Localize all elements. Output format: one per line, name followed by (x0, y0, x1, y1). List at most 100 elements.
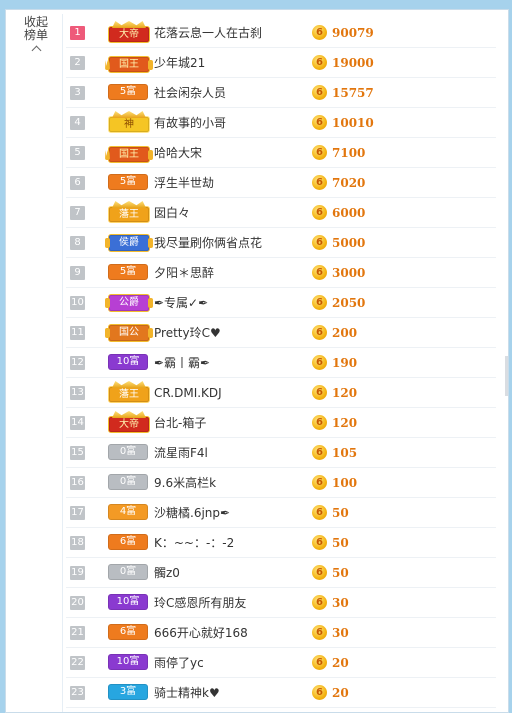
coin-icon: 6 (312, 385, 327, 400)
user-name[interactable]: 髑z0 (154, 558, 304, 588)
ranking-row[interactable]: 10 公爵 ✒专属✓✒ 6 2050 (66, 288, 496, 318)
contribution-score: 5000 (332, 236, 366, 250)
ranking-row[interactable]: 1 大帝 花落云息一人在古刹 6 90079 (66, 18, 496, 48)
ranking-row[interactable]: 2 国王 少年城21 6 19000 (66, 48, 496, 78)
level-badge: 大帝 (108, 416, 150, 433)
coin-icon: 6 (312, 475, 327, 490)
contribution-score: 2050 (332, 296, 366, 310)
user-name[interactable]: ✒专属✓✒ (154, 288, 304, 318)
coin-icon: 6 (312, 295, 327, 310)
user-name[interactable]: 玲C感恩所有朋友 (154, 588, 304, 618)
ranking-row[interactable]: 17 4富 沙糖橘.6jnp✒ 6 50 (66, 498, 496, 528)
level-badge: 藩王 (108, 386, 150, 403)
user-name[interactable]: K：~~：-：-2 (154, 528, 304, 558)
user-name[interactable]: 雨停了yc (154, 648, 304, 678)
ranking-row[interactable]: 16 0富 9.6米高栏k 6 100 (66, 468, 496, 498)
user-name[interactable]: 哈哈大宋 (154, 138, 304, 168)
ranking-row[interactable]: 20 10富 玲C感恩所有朋友 6 30 (66, 588, 496, 618)
ranking-row[interactable]: 22 10富 雨停了yc 6 20 (66, 648, 496, 678)
contribution-score: 7100 (332, 146, 366, 160)
rank-number: 9 (70, 266, 85, 280)
ranking-panel: 收起榜单 1 大帝 花落云息一人在古刹 6 90079 2 国王 少年城21 6 19000 3 5富… (5, 9, 509, 713)
ranking-row[interactable]: 13 藩王 CR.DMI.KDJ 6 120 (66, 378, 496, 408)
ranking-row[interactable]: 18 6富 K：~~：-：-2 6 50 (66, 528, 496, 558)
rank-number: 5 (70, 146, 85, 160)
rank-number: 17 (70, 506, 85, 520)
rank-number: 19 (70, 566, 85, 580)
ranking-row[interactable]: 12 10富 ✒霸丨霸✒ 6 190 (66, 348, 496, 378)
ranking-row[interactable]: 19 0富 髑z0 6 50 (66, 558, 496, 588)
contribution-score: 90079 (332, 26, 374, 40)
ranking-row[interactable]: 9 5富 夕阳＊思醉 6 3000 (66, 258, 496, 288)
user-name[interactable]: 社会闲杂人员 (154, 78, 304, 108)
user-name[interactable]: 有故事的小哥 (154, 108, 304, 138)
level-badge: 0富 (108, 444, 148, 460)
ranking-row[interactable]: 11 国公 Pretty玲C♥ 6 200 (66, 318, 496, 348)
contribution-score: 30 (332, 626, 349, 640)
contribution-score: 105 (332, 446, 358, 460)
scrollbar[interactable] (505, 356, 508, 396)
ranking-row[interactable]: 4 神有故事的小哥 6 10010 (66, 108, 496, 138)
rank-number: 18 (70, 536, 85, 550)
contribution-score: 50 (332, 506, 349, 520)
user-name[interactable]: 花落云息一人在古刹 (154, 18, 304, 48)
rank-number: 6 (70, 176, 85, 190)
rank-number: 23 (70, 686, 85, 700)
user-name[interactable]: ✒霸丨霸✒ (154, 348, 304, 378)
collapse-ranking-button[interactable]: 收起榜单 (10, 16, 62, 56)
user-name[interactable]: 沙糖橘.6jnp✒ (154, 498, 304, 528)
ranking-row[interactable]: 14 大帝 台北-箱子 6 120 (66, 408, 496, 438)
level-badge: 0富 (108, 474, 148, 490)
user-name[interactable]: 台北-箱子 (154, 408, 304, 438)
ranking-row[interactable]: 23 3富 骑士精神k♥ 6 20 (66, 678, 496, 708)
user-name[interactable]: Pretty玲C♥ (154, 318, 304, 348)
ranking-row[interactable]: 21 6富 666开心就好168 6 30 (66, 618, 496, 648)
user-name[interactable]: 夕阳＊思醉 (154, 258, 304, 288)
contribution-score: 20 (332, 656, 349, 670)
user-name[interactable]: 我尽量刷你俩省点花 (154, 228, 304, 258)
level-badge: 3富 (108, 684, 148, 700)
user-name[interactable]: 囡白々 (154, 198, 304, 228)
rank-number: 20 (70, 596, 85, 610)
user-name[interactable]: 9.6米高栏k (154, 468, 304, 498)
contribution-score: 10010 (332, 116, 374, 130)
ranking-row[interactable]: 6 5富 浮生半世劫 6 7020 (66, 168, 496, 198)
coin-icon: 6 (312, 175, 327, 190)
rank-number: 21 (70, 626, 85, 640)
ranking-row[interactable]: 7 藩王 囡白々 6 6000 (66, 198, 496, 228)
coin-icon: 6 (312, 565, 327, 580)
contribution-score: 200 (332, 326, 358, 340)
ranking-row[interactable]: 8 侯爵 我尽量刷你俩省点花 6 5000 (66, 228, 496, 258)
rank-number: 16 (70, 476, 85, 490)
ranking-row[interactable]: 15 0富 流星雨F4l 6 105 (66, 438, 496, 468)
contribution-score: 7020 (332, 176, 366, 190)
level-badge: 国公 (105, 324, 153, 342)
coin-icon: 6 (312, 625, 327, 640)
user-name[interactable]: 666开心就好168 (154, 618, 304, 648)
rank-number: 11 (70, 326, 85, 340)
divider (62, 14, 63, 712)
level-badge: 4富 (108, 504, 148, 520)
user-name[interactable]: 流星雨F4l (154, 438, 304, 468)
coin-icon: 6 (312, 85, 327, 100)
ranking-row[interactable]: 5 国王 哈哈大宋 6 7100 (66, 138, 496, 168)
rank-number: 2 (70, 56, 85, 70)
level-badge: 国王 (108, 146, 153, 163)
coin-icon: 6 (312, 355, 327, 370)
level-badge: 6富 (108, 534, 148, 550)
ranking-row[interactable]: 3 5富 社会闲杂人员 6 15757 (66, 78, 496, 108)
level-badge: 10富 (108, 354, 148, 370)
contribution-score: 20 (332, 686, 349, 700)
user-name[interactable]: CR.DMI.KDJ (154, 378, 304, 408)
level-badge: 0富 (108, 564, 148, 580)
user-name[interactable]: 少年城21 (154, 48, 304, 78)
coin-icon: 6 (312, 535, 327, 550)
rank-number: 13 (70, 386, 85, 400)
user-name[interactable]: 浮生半世劫 (154, 168, 304, 198)
rank-number: 10 (70, 296, 85, 310)
contribution-score: 120 (332, 386, 358, 400)
user-name[interactable]: 骑士精神k♥ (154, 678, 304, 708)
level-badge: 侯爵 (105, 234, 153, 252)
contribution-score: 120 (332, 416, 358, 430)
rank-number: 7 (70, 206, 85, 220)
